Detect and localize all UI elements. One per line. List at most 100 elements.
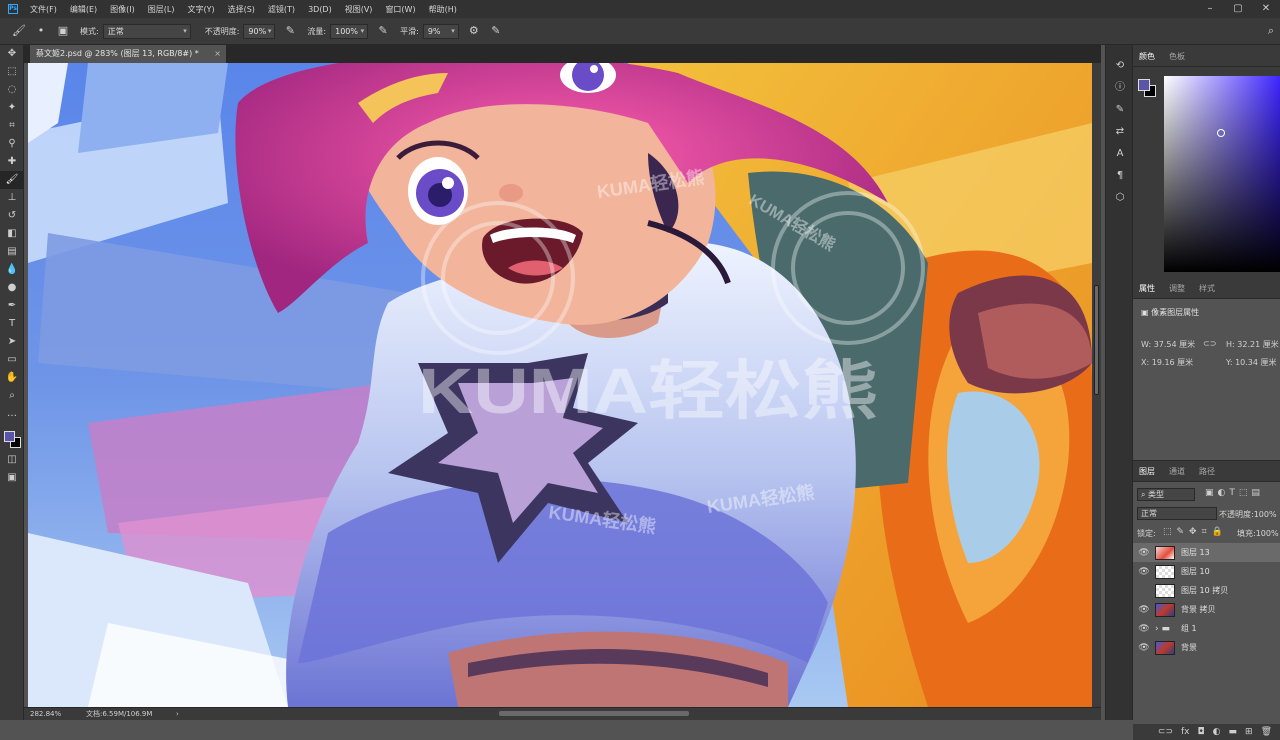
tab-styles[interactable]: 样式	[1193, 283, 1223, 298]
brush-settings-icon[interactable]: ✎	[1106, 99, 1134, 121]
blend-mode-select[interactable]: 正常	[1137, 507, 1217, 520]
layer-row[interactable]: 👁 图层 10	[1133, 562, 1280, 581]
quick-select-tool-icon[interactable]: ✦	[0, 99, 24, 117]
layer-row[interactable]: 👁 图层 13	[1133, 543, 1280, 562]
brush-tool-icon[interactable]: 🖌	[0, 171, 24, 189]
new-layer-icon[interactable]: ⊞	[1245, 727, 1253, 737]
size-pressure-icon[interactable]: ✎	[489, 24, 503, 38]
quick-mask-icon[interactable]: ◫	[0, 451, 24, 469]
menu-type[interactable]: 文字(Y)	[181, 4, 221, 15]
info-panel-icon[interactable]: ⓘ	[1106, 77, 1134, 99]
brush-panel-icon[interactable]: ▣	[56, 24, 70, 38]
eyedropper-tool-icon[interactable]: ⚲	[0, 135, 24, 153]
layer-opacity[interactable]: 不透明度:100%	[1219, 509, 1277, 520]
smoothing-settings-gear-icon[interactable]: ⚙	[467, 24, 481, 38]
tab-layers[interactable]: 图层	[1133, 466, 1163, 481]
menu-select[interactable]: 选择(S)	[222, 4, 262, 15]
clone-stamp-tool-icon[interactable]: ⊥	[0, 189, 24, 207]
opacity-pressure-icon[interactable]: ✎	[283, 24, 297, 38]
menu-image[interactable]: 图像(I)	[104, 4, 142, 15]
height-field[interactable]: H: 32.21 厘米	[1226, 339, 1279, 350]
3d-panel-icon[interactable]: ⬡	[1106, 187, 1134, 209]
eraser-tool-icon[interactable]: ◧	[0, 225, 24, 243]
marquee-tool-icon[interactable]: ⬚	[0, 63, 24, 81]
layer-filter-select[interactable]: ⌕ 类型	[1137, 488, 1195, 501]
menu-window[interactable]: 窗口(W)	[379, 4, 422, 15]
crop-tool-icon[interactable]: ⌗	[0, 117, 24, 135]
link-icon[interactable]: ⊂⊃	[1203, 339, 1216, 348]
menu-3d[interactable]: 3D(D)	[302, 5, 339, 14]
lasso-tool-icon[interactable]: ◌	[0, 81, 24, 99]
move-tool-icon[interactable]: ✥	[0, 45, 24, 63]
airbrush-icon[interactable]: ✎	[376, 24, 390, 38]
paragraph-panel-icon[interactable]: ¶	[1106, 165, 1134, 187]
adjustments-icon[interactable]: ⇄	[1106, 121, 1134, 143]
foreground-color-chip[interactable]	[1138, 79, 1150, 91]
folder-icon[interactable]: › ▬	[1155, 624, 1175, 634]
adjustment-layer-icon[interactable]: ◐	[1213, 727, 1221, 737]
dodge-tool-icon[interactable]: ●	[0, 279, 24, 297]
lock-icons[interactable]: ⬚✎✥⌗🔒	[1163, 527, 1228, 537]
tab-channels[interactable]: 通道	[1163, 466, 1193, 481]
tab-color[interactable]: 颜色	[1133, 51, 1163, 66]
eye-icon[interactable]: 👁	[1133, 624, 1155, 634]
color-picker-cursor[interactable]	[1217, 129, 1225, 137]
layer-fill[interactable]: 填充:100%	[1237, 528, 1279, 539]
history-brush-tool-icon[interactable]: ↺	[0, 207, 24, 225]
vertical-scrollbar[interactable]	[1092, 63, 1101, 707]
minimize-icon[interactable]: –	[1196, 0, 1224, 18]
gradient-tool-icon[interactable]: ▤	[0, 243, 24, 261]
healing-brush-tool-icon[interactable]: ✚	[0, 153, 24, 171]
horizontal-scroll-thumb[interactable]	[499, 711, 689, 716]
eye-icon[interactable]: 👁	[1133, 643, 1155, 653]
menu-edit[interactable]: 编辑(E)	[64, 4, 104, 15]
blur-tool-icon[interactable]: 💧	[0, 261, 24, 279]
eye-icon[interactable]: 👁	[1133, 605, 1155, 615]
opacity-input[interactable]: 90% ▾	[243, 23, 276, 39]
eye-icon[interactable]: 👁	[1133, 567, 1155, 577]
trash-icon[interactable]: 🗑	[1261, 727, 1272, 737]
status-menu-arrow-icon[interactable]: ›	[176, 708, 179, 720]
maximize-icon[interactable]: ▢	[1224, 0, 1252, 18]
screen-mode-icon[interactable]: ▣	[0, 469, 24, 487]
layer-row[interactable]: 图层 10 拷贝	[1133, 581, 1280, 600]
path-select-tool-icon[interactable]: ➤	[0, 333, 24, 351]
zoom-tool-icon[interactable]: ⌕	[0, 387, 24, 405]
flow-input[interactable]: 100% ▾	[330, 23, 369, 39]
search-icon[interactable]: ⌕	[1264, 24, 1278, 38]
tab-swatches[interactable]: 色板	[1163, 51, 1193, 66]
color-swatches[interactable]	[0, 427, 24, 451]
y-field[interactable]: Y: 10.34 厘米	[1226, 357, 1277, 368]
mode-select[interactable]: 正常 ▾	[102, 23, 191, 39]
menu-file[interactable]: 文件(F)	[24, 4, 64, 15]
close-icon[interactable]: ✕	[1252, 0, 1280, 18]
layer-group-row[interactable]: 👁 › ▬ 组 1	[1133, 619, 1280, 638]
close-tab-icon[interactable]: ×	[214, 45, 221, 63]
type-tool-icon[interactable]: T	[0, 315, 24, 333]
x-field[interactable]: X: 19.16 厘米	[1141, 357, 1193, 368]
fx-icon[interactable]: fx	[1181, 727, 1190, 737]
brush-tool-icon[interactable]: 🖌	[12, 24, 26, 38]
smoothing-input[interactable]: 9% ▾	[422, 23, 459, 39]
vertical-scroll-thumb[interactable]	[1094, 285, 1099, 395]
more-tools-icon[interactable]: …	[0, 405, 24, 423]
character-panel-icon[interactable]: A	[1106, 143, 1134, 165]
layer-row[interactable]: 👁 背景	[1133, 638, 1280, 657]
menu-help[interactable]: 帮助(H)	[423, 4, 464, 15]
tab-properties[interactable]: 属性	[1133, 283, 1163, 298]
document-tab[interactable]: 蔡文姬2.psd @ 283% (图层 13, RGB/8#) * ×	[30, 45, 226, 63]
zoom-level[interactable]: 282.84%	[30, 708, 61, 720]
width-field[interactable]: W: 37.54 厘米	[1141, 339, 1195, 350]
menu-layer[interactable]: 图层(L)	[142, 4, 182, 15]
menu-view[interactable]: 视图(V)	[339, 4, 380, 15]
hand-tool-icon[interactable]: ✋	[0, 369, 24, 387]
canvas[interactable]: KUMA轻松熊 KUMA轻松熊 KUMA轻松熊 KUMA轻松熊 KUMA轻松熊	[28, 63, 1092, 707]
foreground-color-swatch[interactable]	[4, 431, 15, 442]
history-panel-icon[interactable]: ⟲	[1106, 55, 1134, 77]
color-field[interactable]	[1164, 76, 1280, 272]
eye-icon[interactable]: 👁	[1133, 548, 1155, 558]
tab-adjustments[interactable]: 调整	[1163, 283, 1193, 298]
rectangle-tool-icon[interactable]: ▭	[0, 351, 24, 369]
new-group-icon[interactable]: ▬	[1229, 727, 1238, 737]
add-mask-icon[interactable]: ◘	[1198, 727, 1205, 737]
